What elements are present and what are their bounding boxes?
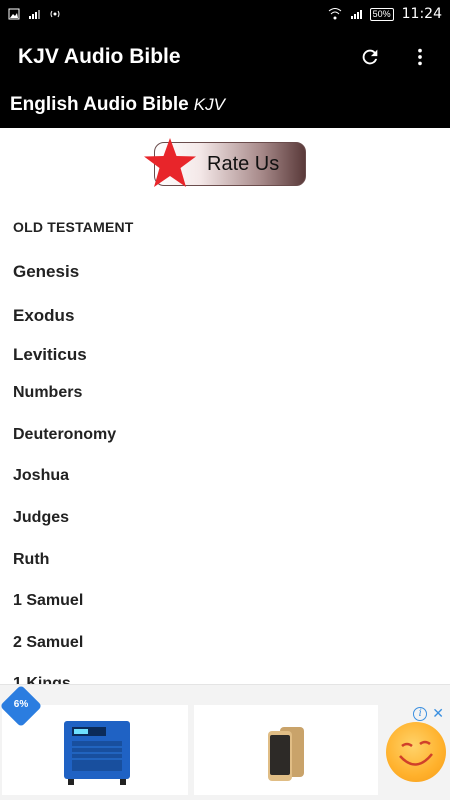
- book-deuteronomy[interactable]: Deuteronomy: [13, 426, 116, 444]
- subheader: English Audio Bible KJV: [0, 86, 450, 128]
- book-judges[interactable]: Judges: [13, 509, 69, 527]
- book-numbers[interactable]: Numbers: [13, 384, 82, 402]
- rate-us-button[interactable]: Rate Us: [142, 136, 308, 192]
- rate-us-label: Rate Us: [207, 152, 280, 175]
- wifi-icon: [328, 8, 341, 20]
- book-joshua[interactable]: Joshua: [13, 467, 69, 485]
- phone-image-icon: [268, 727, 304, 781]
- book-ruth[interactable]: Ruth: [13, 551, 49, 569]
- ad-choices[interactable]: i ✕: [413, 705, 444, 722]
- book-1-samuel[interactable]: 1 Samuel: [13, 592, 83, 610]
- close-icon[interactable]: ✕: [432, 705, 444, 722]
- image-icon: [8, 8, 20, 20]
- smiley-icon[interactable]: [386, 722, 446, 782]
- app-bar: KJV Audio Bible: [0, 28, 450, 86]
- discount-badge-label: 6%: [13, 699, 29, 710]
- battery-icon: 50%: [369, 7, 394, 21]
- hotspot-icon: [50, 10, 60, 18]
- ad-banner[interactable]: 6% i ✕: [0, 684, 450, 800]
- signal-icon: [350, 10, 362, 19]
- book-leviticus[interactable]: Leviticus: [13, 345, 87, 365]
- product-image-icon: [64, 721, 130, 785]
- book-genesis[interactable]: Genesis: [13, 262, 79, 282]
- info-icon[interactable]: i: [413, 706, 428, 721]
- app-title: KJV Audio Bible: [18, 45, 181, 68]
- clock: 11:24: [401, 6, 442, 22]
- section-title: OLD TESTAMENT: [13, 219, 134, 235]
- refresh-icon[interactable]: [358, 45, 382, 69]
- signal-2-icon: [29, 10, 40, 19]
- version-label: KJV: [193, 95, 225, 114]
- ad-product-1[interactable]: [2, 705, 188, 795]
- book-2-samuel[interactable]: 2 Samuel: [13, 634, 83, 652]
- ad-product-2[interactable]: [194, 705, 378, 795]
- more-vert-icon[interactable]: [408, 45, 432, 69]
- subheader-title: English Audio Bible: [10, 94, 189, 115]
- book-exodus[interactable]: Exodus: [13, 306, 74, 326]
- star-icon: [144, 138, 196, 187]
- status-bar: 50% 11:24: [0, 0, 450, 28]
